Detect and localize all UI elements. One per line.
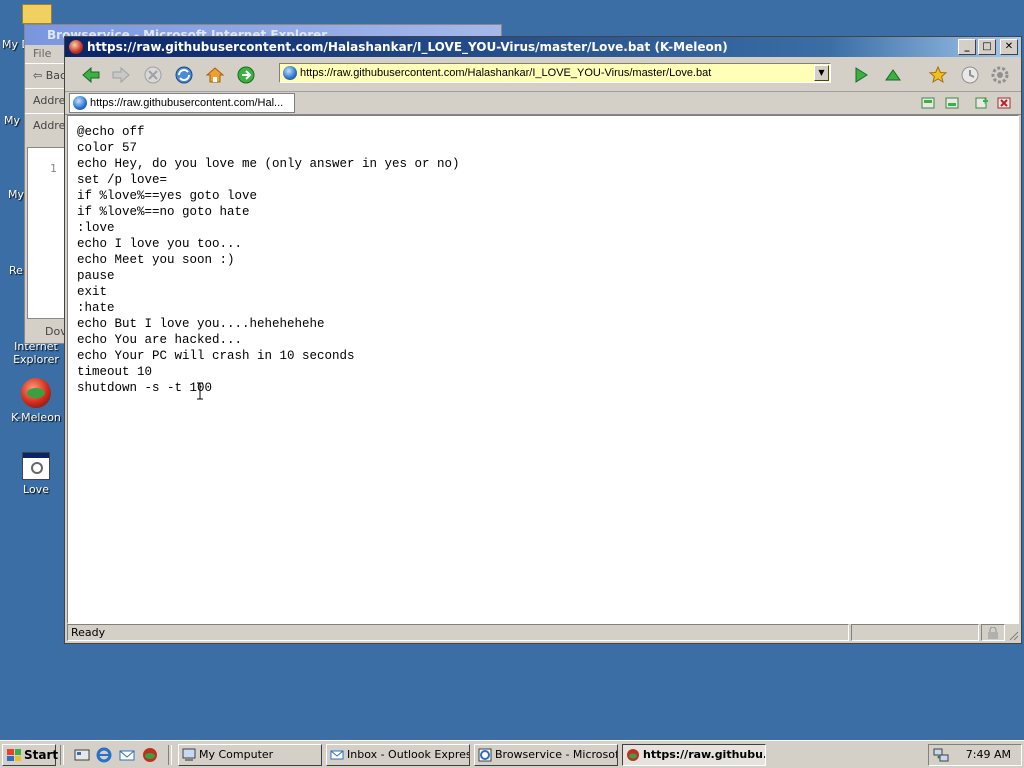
script-line: color 57 [77,141,138,155]
back-arrow-icon: ⇦ [33,69,46,82]
url-bar[interactable]: ▼ [279,63,831,83]
page-favicon-icon [283,66,297,80]
tab-save-icon[interactable] [945,96,959,110]
desktop-clipped-label: Re [9,264,23,277]
tab-favicon-icon [73,96,87,110]
status-progress-panel [851,624,979,641]
desktop-icon-label: Love [23,483,49,496]
show-desktop-icon[interactable] [74,747,90,763]
desktop-icon-label: K-Meleon [11,411,61,424]
script-line: :love [77,221,115,235]
script-line: echo Meet you soon :) [77,253,235,267]
resize-grip-icon[interactable] [1007,629,1019,641]
network-icon[interactable] [933,747,949,763]
batch-file-icon [22,452,50,480]
clock: 7:49 AM [965,748,1011,761]
start-button[interactable]: Start [2,744,59,766]
window-titlebar[interactable]: https://raw.githubusercontent.com/Halash… [65,37,1021,57]
script-line: echo But I love you....hehehehehe [77,317,325,331]
page-content[interactable]: @echo off color 57 echo Hey, do you love m… [67,115,1019,624]
taskbar-task-outlook-express[interactable]: Inbox - Outlook Express [326,744,470,766]
script-line: timeout 10 [77,365,153,379]
start-label: Start [24,748,59,762]
history-clock-icon[interactable] [960,65,980,85]
close-button[interactable]: ✕ [1000,39,1018,55]
taskbar: Start My Computer Inbox - Outlook Expres… [0,740,1024,768]
script-line: pause [77,269,115,283]
tab-row: https://raw.githubusercontent.com/Hal... [65,92,1021,115]
maximize-button[interactable]: □ [978,39,996,55]
k-meleon-icon [69,40,83,54]
tab-label: https://raw.githubusercontent.com/Hal... [90,97,284,109]
stop-icon[interactable] [143,65,163,85]
tab-love-bat[interactable]: https://raw.githubusercontent.com/Hal... [69,93,295,113]
script-line: echo You are hacked... [77,333,243,347]
home-icon[interactable] [205,65,225,85]
forward-arrow-icon[interactable] [111,65,131,85]
script-line: echo Hey, do you love me (only answer in… [77,157,460,171]
my-computer-icon [182,748,196,761]
window-title: https://raw.githubusercontent.com/Halash… [87,40,728,54]
minimize-button[interactable]: _ [958,39,976,55]
script-line: @echo off [77,125,145,139]
desktop-icon-love[interactable]: Love [0,452,72,496]
taskbar-task-k-meleon[interactable]: https://raw.githubu... [622,744,766,766]
folder-icon [22,4,52,24]
text-cursor-icon [197,382,203,400]
script-line: shutdown -s -t 100 [77,381,213,395]
internet-explorer-icon [478,748,492,762]
k-meleon-icon [21,378,51,408]
internet-explorer-icon[interactable] [96,747,112,763]
url-input[interactable] [300,65,820,81]
outlook-express-icon[interactable] [119,747,135,763]
script-line: if %love%==yes goto love [77,189,258,203]
line-number: 1 [50,162,57,175]
taskbar-separator [168,745,172,765]
status-text: Ready [67,624,849,641]
url-dropdown-button[interactable]: ▼ [814,65,829,81]
new-tab-icon[interactable] [975,96,989,110]
script-line: if %love%==no goto hate [77,205,250,219]
settings-gear-icon[interactable] [990,65,1010,85]
tab-list-icon[interactable] [921,96,935,110]
taskbar-task-my-computer[interactable]: My Computer [178,744,322,766]
batch-script-text: @echo off color 57 echo Hey, do you love m… [68,116,1018,404]
lock-icon [988,627,998,639]
bookmarks-star-icon[interactable] [928,65,948,85]
script-line: echo I love you too... [77,237,243,251]
back-arrow-icon[interactable] [81,65,101,85]
globe-icon[interactable] [236,65,256,85]
k-meleon-icon [627,749,639,761]
desktop-clipped-label: My [8,188,25,201]
status-bar: Ready [67,624,1019,641]
desktop-icon-k-meleon[interactable]: K-Meleon [0,378,72,424]
outlook-express-icon [330,750,344,760]
system-tray: 7:49 AM [928,744,1022,766]
script-line: echo Your PC will crash in 10 seconds [77,349,355,363]
k-meleon-window[interactable]: https://raw.githubusercontent.com/Halash… [64,36,1022,644]
desktop-clipped-label: My [4,114,21,127]
script-line: set /p love= [77,173,168,187]
taskbar-task-browservice[interactable]: Browservice - Microsof... [474,744,618,766]
script-line: exit [77,285,108,299]
windows-logo-icon [7,749,21,761]
script-line: :hate [77,301,115,315]
status-security-panel [981,624,1005,641]
k-meleon-icon[interactable] [142,747,158,763]
go-icon[interactable] [851,65,871,85]
navigation-toolbar: ▼ [65,57,1021,92]
close-tab-icon[interactable] [997,96,1011,110]
taskbar-separator [60,745,64,765]
search-up-icon[interactable] [883,65,903,85]
reload-icon[interactable] [174,65,194,85]
